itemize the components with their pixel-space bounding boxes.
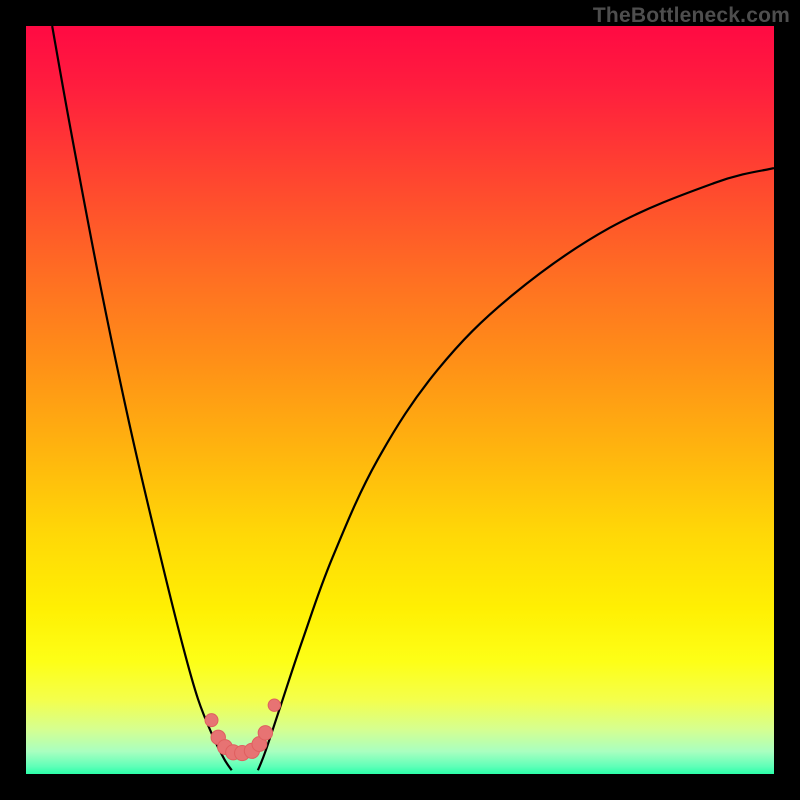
bottleneck-marker — [205, 714, 218, 727]
bottleneck-marker-group — [205, 699, 281, 761]
bottleneck-marker — [268, 699, 280, 711]
chart-plot-area — [26, 26, 774, 774]
bottleneck-curve-left — [52, 26, 232, 770]
bottleneck-marker — [258, 726, 272, 740]
attribution-text: TheBottleneck.com — [593, 4, 790, 28]
bottleneck-curve-right — [258, 168, 774, 770]
bottleneck-chart-svg — [26, 26, 774, 774]
